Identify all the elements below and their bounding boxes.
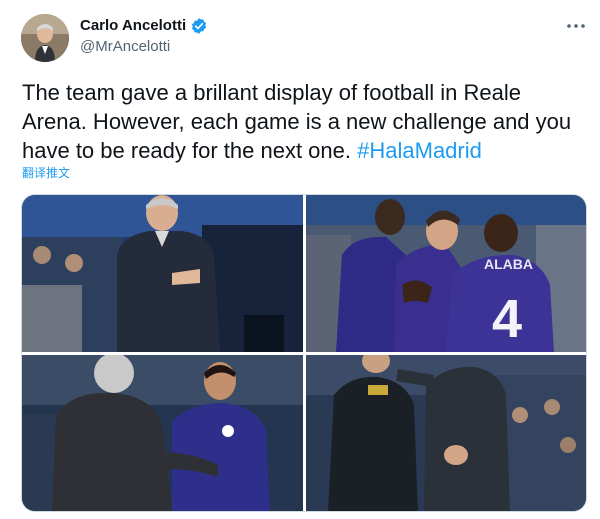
avatar[interactable]	[21, 14, 69, 62]
coach-standing-photo[interactable]	[22, 195, 303, 352]
more-options-button[interactable]	[564, 14, 588, 38]
tweet-card: Carlo Ancelotti @MrAncelotti The team ga…	[0, 0, 600, 519]
author-name-row[interactable]: Carlo Ancelotti	[80, 16, 208, 36]
coach-handshake-photo[interactable]	[306, 355, 586, 511]
jersey-name-label: ALABA	[484, 256, 533, 272]
profile-photo-icon	[21, 14, 69, 62]
verified-badge-icon	[190, 17, 208, 35]
players-celebrating-photo[interactable]: ALABA 4	[306, 195, 586, 352]
jersey-number-label: 4	[492, 289, 522, 349]
author-handle[interactable]: @MrAncelotti	[80, 37, 170, 57]
display-name[interactable]: Carlo Ancelotti	[80, 16, 186, 36]
coach-hugging-player-photo[interactable]	[22, 355, 303, 511]
tweet-text: The team gave a brillant display of foot…	[22, 78, 582, 165]
hashtag-link[interactable]: #HalaMadrid	[357, 138, 482, 163]
media-grid: ALABA 4	[21, 194, 587, 512]
translate-tweet-link[interactable]: 翻译推文	[22, 165, 70, 181]
tweet-body: The team gave a brillant display of foot…	[22, 80, 572, 163]
ellipsis-icon	[567, 24, 585, 28]
